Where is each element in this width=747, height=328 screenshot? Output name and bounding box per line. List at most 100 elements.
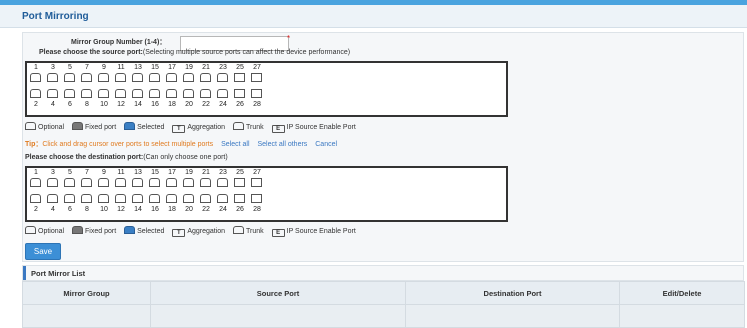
source-port-9[interactable]: [98, 73, 109, 82]
trunk-port-icon: [233, 226, 245, 234]
destination-port-15[interactable]: [149, 178, 160, 187]
port-number-label: 15: [151, 169, 159, 176]
source-port-26[interactable]: [234, 89, 245, 98]
source-port-1[interactable]: [30, 73, 41, 82]
source-port-10[interactable]: [98, 89, 109, 98]
destination-port-selector: 1 3 5 7 9 11 13 15 17 19 21 23 25 27 2 4 6 8 10 12 14 16 18 20 2…: [25, 166, 508, 222]
port-number-label: 13: [134, 169, 142, 176]
legend-aggregation-label: Aggregation: [187, 124, 226, 131]
required-mark: *: [287, 34, 291, 43]
source-port-4[interactable]: [47, 89, 58, 98]
optional-port-icon: [25, 122, 36, 130]
destination-port-8[interactable]: [81, 194, 92, 203]
legend-selected-label: Selected: [137, 228, 165, 235]
source-port-18[interactable]: [166, 89, 177, 98]
port-number-label: 2: [34, 101, 38, 108]
port-mirror-form: Mirror Group Number (1-4)： * Please choo…: [22, 32, 744, 262]
destination-port-2[interactable]: [30, 194, 41, 203]
source-port-21[interactable]: [200, 73, 211, 82]
legend-fixed: Fixed port: [72, 122, 116, 131]
source-port-24[interactable]: [217, 89, 228, 98]
port-number-label: 28: [253, 101, 261, 108]
destination-port-18[interactable]: [166, 194, 177, 203]
source-port-28[interactable]: [251, 89, 262, 98]
destination-port-25[interactable]: [234, 178, 245, 187]
destination-port-24[interactable]: [217, 194, 228, 203]
source-port-selector: 1 3 5 7 9 11 13 15 17 19 21 23 25 27 2 4 6 8 10 12 14 16 18 20 2…: [25, 61, 508, 117]
source-port-27[interactable]: [251, 73, 262, 82]
destination-port-21[interactable]: [200, 178, 211, 187]
destination-port-20[interactable]: [183, 194, 194, 203]
destination-port-13[interactable]: [132, 178, 143, 187]
port-number-label: 23: [219, 169, 227, 176]
source-port-7[interactable]: [81, 73, 92, 82]
destination-port-19[interactable]: [183, 178, 194, 187]
legend-trunk: Trunk: [233, 226, 264, 235]
source-port-19[interactable]: [183, 73, 194, 82]
legend-ip-source: E IP Source Enable Port: [271, 228, 356, 237]
legend-optional: Optional: [25, 122, 64, 131]
destination-port-23[interactable]: [217, 178, 228, 187]
table-header-row: Mirror Group Source Port Destination Por…: [22, 281, 745, 305]
source-port-22[interactable]: [200, 89, 211, 98]
destination-port-10[interactable]: [98, 194, 109, 203]
port-number-label: 27: [253, 64, 261, 71]
dest-prompt-title: Please choose the destination port:: [25, 154, 144, 161]
destination-port-16[interactable]: [149, 194, 160, 203]
source-port-3[interactable]: [47, 73, 58, 82]
aggregation-port-icon: T: [172, 125, 186, 133]
destination-port-28[interactable]: [251, 194, 262, 203]
source-prompt-title: Please choose the source port:: [39, 49, 143, 56]
source-port-11[interactable]: [115, 73, 126, 82]
legend-optional: Optional: [25, 226, 64, 235]
aggregation-port-icon: T: [172, 229, 186, 237]
port-number-label: 19: [185, 169, 193, 176]
source-port-23[interactable]: [217, 73, 228, 82]
source-port-16[interactable]: [149, 89, 160, 98]
source-port-14[interactable]: [132, 89, 143, 98]
legend-fixed-label: Fixed port: [85, 124, 117, 131]
destination-port-22[interactable]: [200, 194, 211, 203]
column-edit-delete: Edit/Delete: [619, 281, 745, 305]
destination-port-27[interactable]: [251, 178, 262, 187]
destination-port-5[interactable]: [64, 178, 75, 187]
source-port-2[interactable]: [30, 89, 41, 98]
source-port-20[interactable]: [183, 89, 194, 98]
column-source-port: Source Port: [150, 281, 406, 305]
legend-ip-source-label: IP Source Enable Port: [286, 228, 356, 235]
cancel-link[interactable]: Cancel: [315, 141, 337, 148]
source-port-17[interactable]: [166, 73, 177, 82]
destination-port-11[interactable]: [115, 178, 126, 187]
destination-port-12[interactable]: [115, 194, 126, 203]
source-port-15[interactable]: [149, 73, 160, 82]
legend-fixed-label: Fixed port: [85, 228, 117, 235]
source-port-6[interactable]: [64, 89, 75, 98]
port-number-label: 18: [168, 101, 176, 108]
legend-aggregation: T Aggregation: [172, 124, 225, 133]
destination-port-26[interactable]: [234, 194, 245, 203]
destination-port-3[interactable]: [47, 178, 58, 187]
port-number-label: 11: [117, 169, 125, 176]
port-number-label: 15: [151, 64, 159, 71]
destination-port-17[interactable]: [166, 178, 177, 187]
destination-port-4[interactable]: [47, 194, 58, 203]
destination-port-6[interactable]: [64, 194, 75, 203]
legend-selected: Selected: [124, 226, 164, 235]
save-button[interactable]: Save: [25, 243, 61, 260]
selection-tips: Tip：Click and drag cursor over ports to …: [25, 139, 337, 149]
select-all-others-link[interactable]: Select all others: [257, 141, 307, 148]
source-port-13[interactable]: [132, 73, 143, 82]
source-port-25[interactable]: [234, 73, 245, 82]
destination-port-14[interactable]: [132, 194, 143, 203]
destination-port-9[interactable]: [98, 178, 109, 187]
destination-port-1[interactable]: [30, 178, 41, 187]
port-number-label: 14: [134, 206, 142, 213]
port-number-label: 14: [134, 101, 142, 108]
source-port-5[interactable]: [64, 73, 75, 82]
destination-port-7[interactable]: [81, 178, 92, 187]
port-number-label: 26: [236, 101, 244, 108]
select-all-link[interactable]: Select all: [221, 141, 249, 148]
source-port-12[interactable]: [115, 89, 126, 98]
port-number-label: 23: [219, 64, 227, 71]
source-port-8[interactable]: [81, 89, 92, 98]
